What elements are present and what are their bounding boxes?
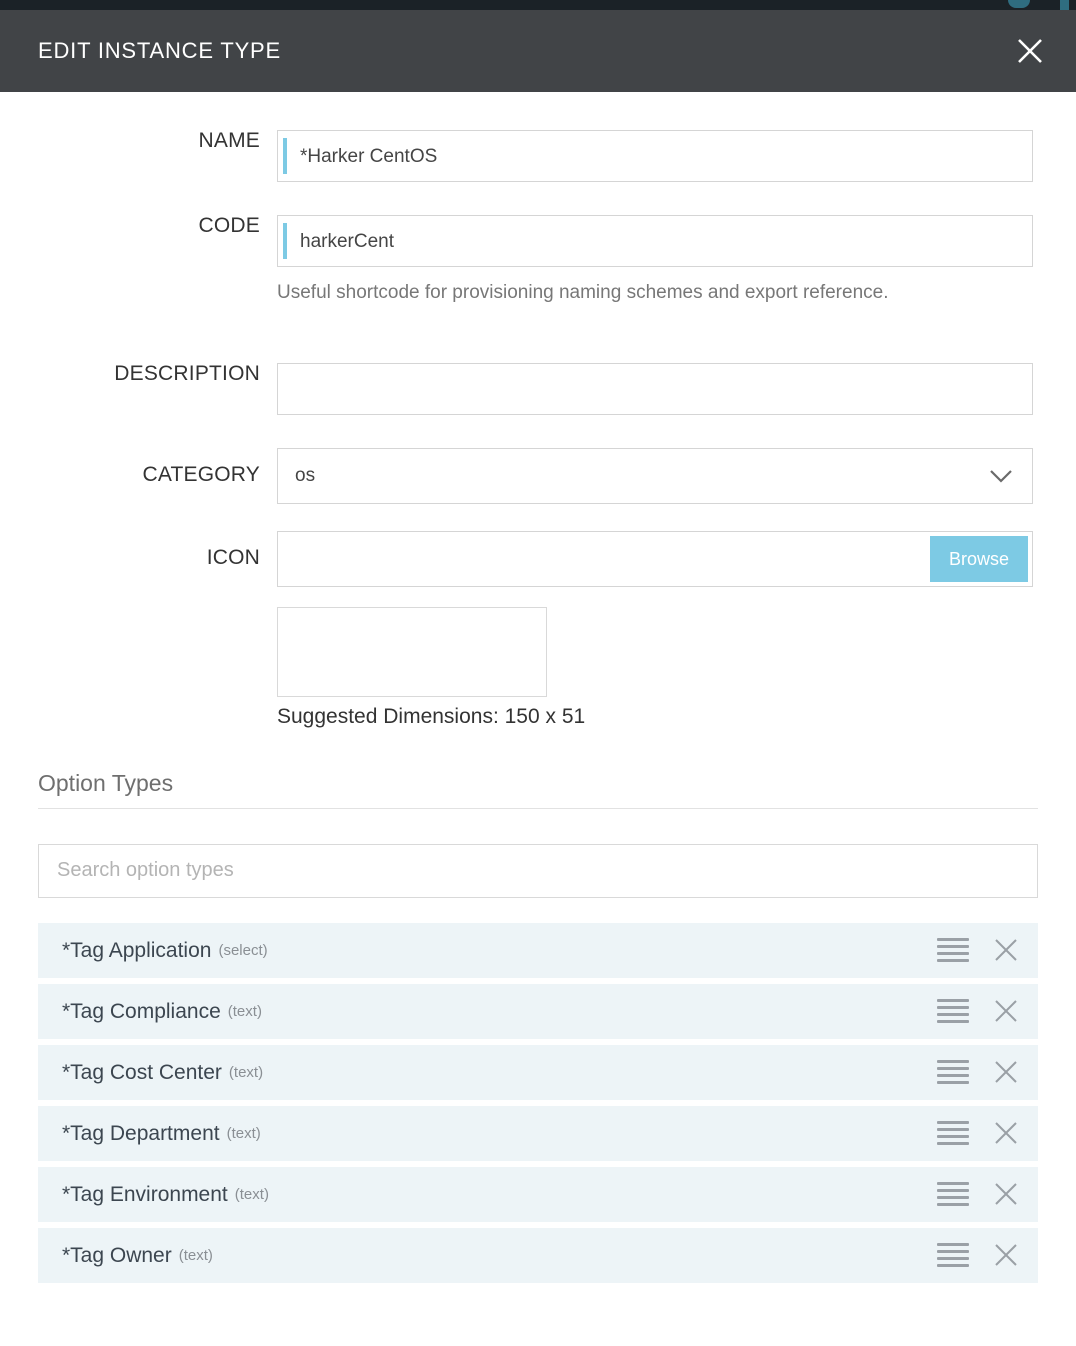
code-input[interactable]: harkerCent	[277, 215, 1033, 267]
remove-option-type-button[interactable]	[992, 1180, 1020, 1208]
close-icon	[993, 1059, 1019, 1085]
option-type-kind: (text)	[228, 1004, 262, 1019]
description-control	[277, 363, 1076, 415]
remove-option-type-button[interactable]	[992, 997, 1020, 1025]
remove-option-type-button[interactable]	[992, 1058, 1020, 1086]
row-actions	[937, 936, 1020, 964]
backdrop-accent-shape-right	[1060, 0, 1069, 10]
required-accent-bar	[283, 138, 287, 174]
description-label: DESCRIPTION	[0, 363, 277, 384]
name-label: NAME	[0, 130, 277, 151]
option-type-kind: (select)	[218, 943, 267, 958]
close-icon	[993, 937, 1019, 963]
option-types-heading: Option Types	[38, 772, 1038, 809]
icon-preview-box	[277, 607, 547, 697]
code-input-value: harkerCent	[278, 232, 394, 251]
field-row-icon: ICON Browse Suggested Dimensions: 150 x …	[0, 531, 1076, 727]
list-item[interactable]: *Tag Compliance (text)	[38, 984, 1038, 1039]
drag-handle-icon[interactable]	[937, 938, 969, 962]
option-type-kind: (text)	[229, 1065, 263, 1080]
option-types-section: Option Types *Tag Application (select)	[38, 772, 1038, 1283]
option-type-name: *Tag Application	[62, 940, 211, 961]
code-help-text: Useful shortcode for provisioning naming…	[277, 278, 989, 309]
remove-option-type-button[interactable]	[992, 936, 1020, 964]
close-icon	[993, 1120, 1019, 1146]
row-actions	[937, 1119, 1020, 1147]
category-label: CATEGORY	[0, 448, 277, 485]
close-icon	[993, 998, 1019, 1024]
description-input[interactable]	[277, 363, 1033, 415]
field-row-description: DESCRIPTION	[0, 363, 1076, 415]
search-input[interactable]	[39, 859, 1037, 882]
close-icon	[1015, 36, 1045, 66]
option-type-name: *Tag Compliance	[62, 1001, 221, 1022]
option-type-name: *Tag Environment	[62, 1184, 228, 1205]
name-input[interactable]: *Harker CentOS	[277, 130, 1033, 182]
row-actions	[937, 997, 1020, 1025]
category-control: os	[277, 448, 1076, 504]
close-modal-button[interactable]	[1010, 31, 1050, 71]
close-icon	[993, 1242, 1019, 1268]
option-type-name: *Tag Cost Center	[62, 1062, 222, 1083]
search-option-types-box[interactable]	[38, 844, 1038, 898]
code-label: CODE	[0, 215, 277, 236]
suggested-dimensions-text: Suggested Dimensions: 150 x 51	[277, 706, 1033, 727]
page-title: EDIT INSTANCE TYPE	[38, 38, 281, 64]
modal-body: NAME *Harker CentOS CODE harkerCent Usef…	[0, 130, 1076, 1283]
category-selected-value: os	[278, 465, 315, 487]
field-row-category: CATEGORY os	[0, 448, 1076, 504]
modal-header: EDIT INSTANCE TYPE	[0, 10, 1076, 92]
drag-handle-icon[interactable]	[937, 1060, 969, 1084]
option-type-name: *Tag Owner	[62, 1245, 172, 1266]
row-actions	[937, 1241, 1020, 1269]
name-control: *Harker CentOS	[277, 130, 1076, 182]
option-type-kind: (text)	[235, 1187, 269, 1202]
row-actions	[937, 1180, 1020, 1208]
list-item[interactable]: *Tag Cost Center (text)	[38, 1045, 1038, 1100]
row-actions	[937, 1058, 1020, 1086]
field-row-name: NAME *Harker CentOS	[0, 130, 1076, 182]
option-type-kind: (text)	[179, 1248, 213, 1263]
option-types-list: *Tag Application (select)	[38, 923, 1038, 1283]
required-accent-bar	[283, 223, 287, 259]
drag-handle-icon[interactable]	[937, 1182, 969, 1206]
drag-handle-icon[interactable]	[937, 999, 969, 1023]
list-item[interactable]: *Tag Department (text)	[38, 1106, 1038, 1161]
drag-handle-icon[interactable]	[937, 1243, 969, 1267]
option-type-kind: (text)	[227, 1126, 261, 1141]
category-select[interactable]: os	[277, 448, 1033, 504]
option-type-name: *Tag Department	[62, 1123, 220, 1144]
browse-button[interactable]: Browse	[930, 536, 1028, 582]
code-control: harkerCent Useful shortcode for provisio…	[277, 215, 1076, 309]
icon-file-input[interactable]: Browse	[277, 531, 1033, 587]
edit-instance-type-modal: EDIT INSTANCE TYPE NAME *Harker CentOS C…	[0, 10, 1076, 1346]
close-icon	[993, 1181, 1019, 1207]
name-input-value: *Harker CentOS	[278, 147, 437, 166]
icon-label: ICON	[0, 531, 277, 568]
chevron-down-icon	[988, 463, 1014, 489]
list-item[interactable]: *Tag Environment (text)	[38, 1167, 1038, 1222]
drag-handle-icon[interactable]	[937, 1121, 969, 1145]
list-item[interactable]: *Tag Owner (text)	[38, 1228, 1038, 1283]
icon-control: Browse Suggested Dimensions: 150 x 51	[277, 531, 1076, 727]
remove-option-type-button[interactable]	[992, 1241, 1020, 1269]
remove-option-type-button[interactable]	[992, 1119, 1020, 1147]
list-item[interactable]: *Tag Application (select)	[38, 923, 1038, 978]
backdrop-accent-shape-left	[1008, 0, 1030, 8]
field-row-code: CODE harkerCent Useful shortcode for pro…	[0, 215, 1076, 309]
